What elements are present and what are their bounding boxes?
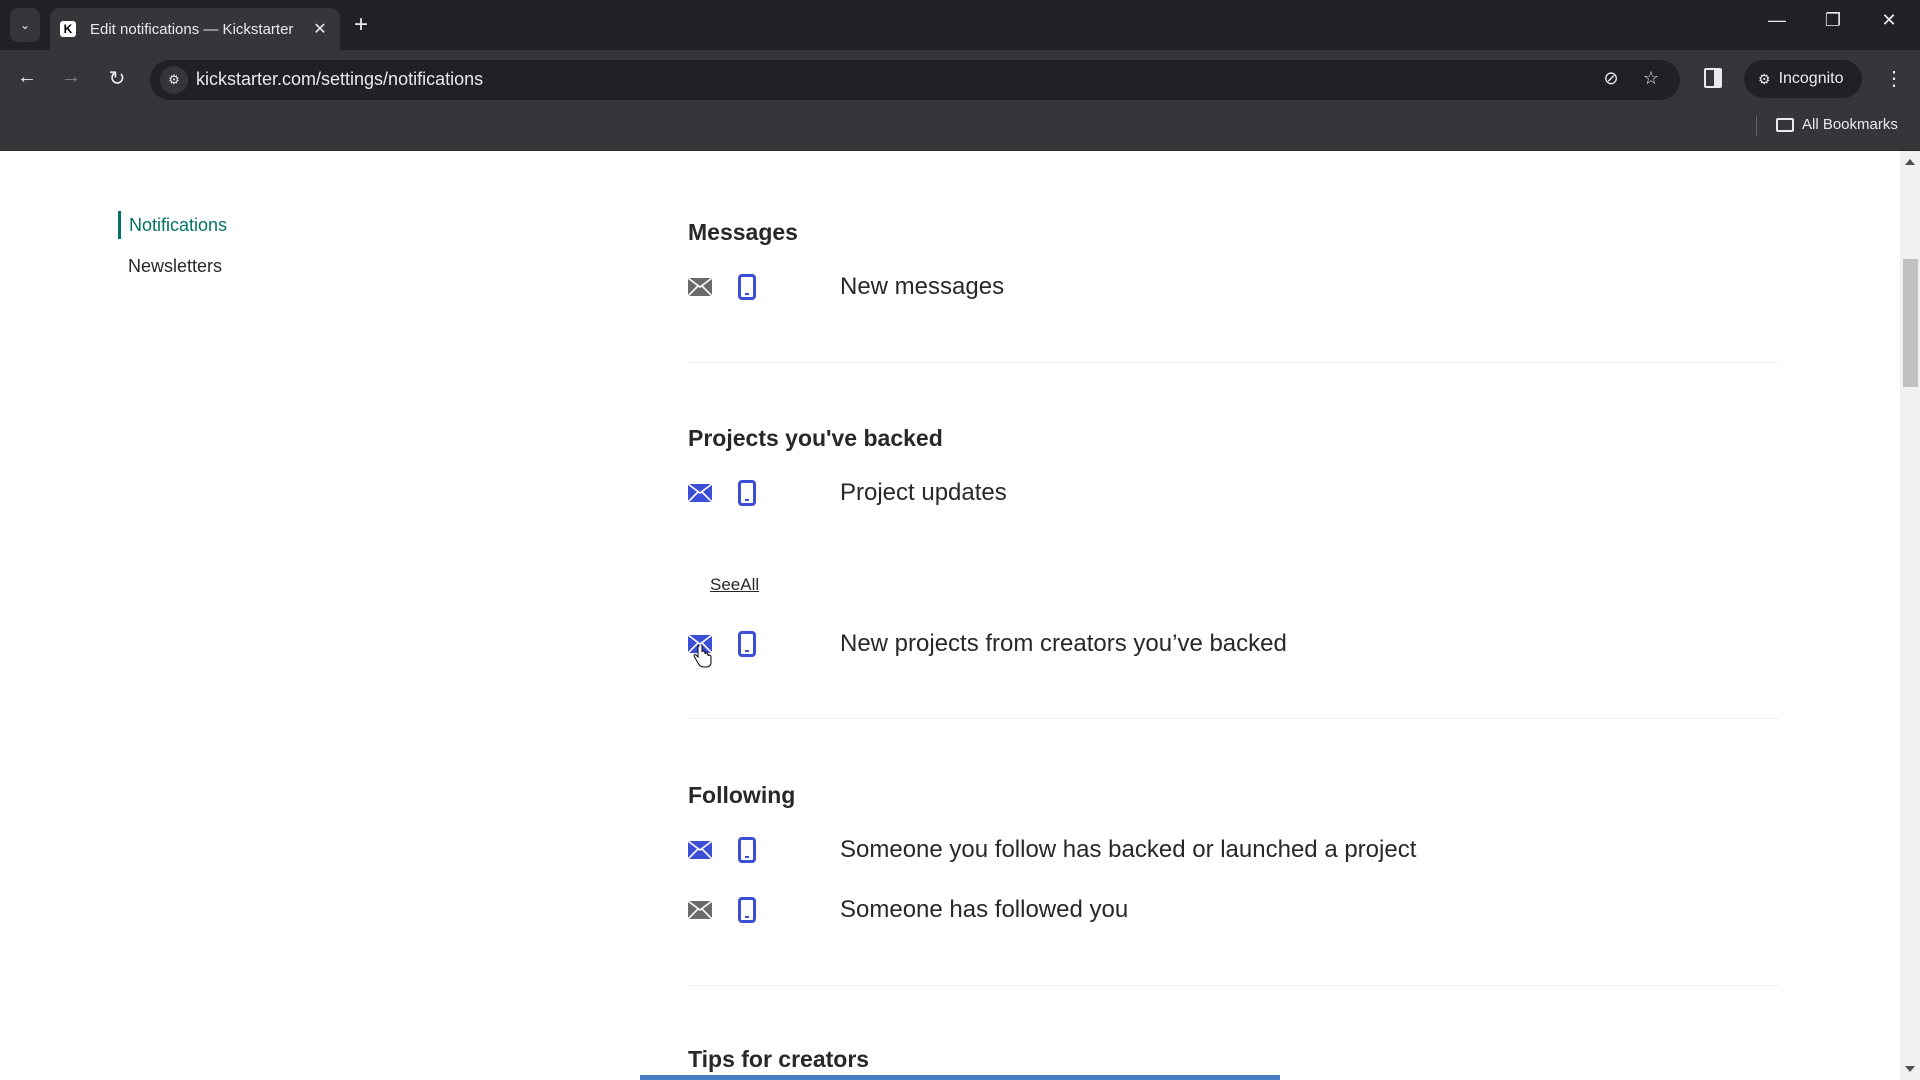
section-title: Following — [688, 782, 796, 808]
minimize-icon[interactable]: — — [1762, 10, 1792, 31]
mobile-toggle-icon[interactable] — [738, 274, 756, 300]
new-tab-button[interactable]: + — [354, 12, 368, 38]
mobile-toggle-icon[interactable] — [738, 480, 756, 506]
bookmarks-separator — [1756, 116, 1757, 136]
tune-icon: ⚙ — [168, 72, 180, 87]
section-divider — [688, 718, 1780, 719]
tab-search-button[interactable]: ⌄ — [10, 8, 40, 42]
scroll-down-arrow-icon[interactable] — [1905, 1066, 1915, 1072]
settings-sidenav: Notifications Newsletters — [118, 211, 227, 293]
restore-icon[interactable]: ❐ — [1818, 10, 1848, 31]
bookmark-star-icon[interactable]: ☆ — [1638, 68, 1664, 89]
email-toggle-icon[interactable] — [688, 278, 712, 296]
sidenav-item-newsletters[interactable]: Newsletters — [118, 252, 227, 280]
pref-label: New messages — [840, 273, 1005, 300]
pref-label: Someone has followed you — [840, 896, 1129, 923]
mobile-toggle-icon[interactable] — [738, 837, 756, 863]
section-divider — [688, 985, 1780, 986]
hand-cursor-icon — [693, 645, 712, 668]
close-tab-icon[interactable]: ✕ — [310, 19, 330, 39]
pref-row: Someone you follow has backed or launche… — [688, 835, 1416, 865]
back-button[interactable]: ← — [12, 66, 42, 89]
scroll-thumb[interactable] — [1903, 259, 1918, 387]
pref-label: New projects from creators you’ve backed — [840, 630, 1287, 657]
section-projects-backed: Projects you've backed — [688, 425, 943, 452]
email-toggle-icon[interactable] — [688, 484, 712, 502]
blue-banner-edge — [640, 1075, 1280, 1080]
page-scrollbar[interactable] — [1900, 151, 1920, 1080]
eye-off-icon[interactable]: ⊘ — [1598, 68, 1624, 89]
close-window-icon[interactable]: ✕ — [1874, 10, 1904, 31]
tab-title: Edit notifications — Kickstarter — [90, 20, 294, 38]
section-title: Messages — [688, 219, 798, 245]
pref-row: Someone has followed you — [688, 895, 1128, 925]
reload-button[interactable]: ↻ — [102, 66, 132, 91]
section-title: Projects you've backed — [688, 425, 943, 451]
folder-icon — [1776, 117, 1794, 132]
browser-menu-icon[interactable]: ⋮ — [1884, 66, 1904, 91]
incognito-label: Incognito — [1778, 70, 1844, 87]
email-toggle-icon[interactable] — [688, 841, 712, 859]
mobile-toggle-icon[interactable] — [738, 897, 756, 923]
section-title-tips: Tips for creators — [688, 1046, 870, 1072]
page-content: Notifications Newsletters Messages New m… — [0, 151, 1900, 1080]
incognito-button[interactable]: ⚙ Incognito — [1744, 60, 1862, 98]
browser-tab[interactable]: K Edit notifications — Kickstarter ✕ — [50, 8, 340, 50]
url-text[interactable]: kickstarter.com/settings/notifications — [196, 69, 483, 90]
forward-button[interactable]: → — [56, 66, 86, 89]
sidenav-item-notifications[interactable]: Notifications — [118, 211, 227, 239]
kickstarter-favicon-icon: K — [60, 21, 76, 37]
all-bookmarks-label: All Bookmarks — [1802, 116, 1898, 133]
section-divider — [688, 362, 1780, 363]
incognito-icon: ⚙ — [1758, 70, 1771, 87]
section-following: Following — [688, 782, 795, 809]
email-toggle-icon[interactable] — [688, 901, 712, 919]
bookmarks-bar — [0, 108, 1920, 151]
see-all-link[interactable]: SeeAll — [710, 575, 759, 595]
pref-row: New messages — [688, 272, 1004, 302]
site-info-button[interactable]: ⚙ — [160, 66, 188, 94]
pref-row: Project updates — [688, 478, 1007, 508]
section-messages: Messages — [688, 219, 798, 246]
all-bookmarks-button[interactable]: All Bookmarks — [1776, 116, 1898, 133]
chevron-down-icon: ⌄ — [19, 18, 31, 32]
pref-label: Project updates — [840, 479, 1007, 506]
browser-titlebar: ⌄ K Edit notifications — Kickstarter ✕ +… — [0, 0, 1920, 50]
mobile-toggle-icon[interactable] — [738, 631, 756, 657]
side-panel-icon[interactable] — [1704, 68, 1722, 88]
scroll-up-arrow-icon[interactable] — [1905, 159, 1915, 165]
pref-label: Someone you follow has backed or launche… — [840, 836, 1417, 863]
